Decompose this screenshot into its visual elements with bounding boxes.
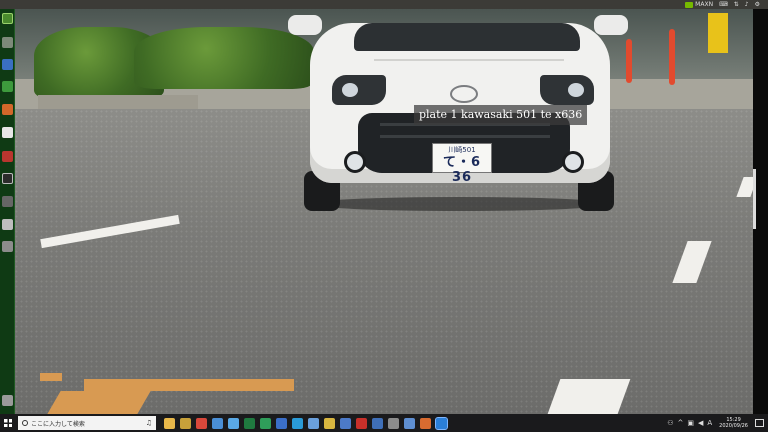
app-icon-11[interactable] [324, 417, 335, 429]
files-icon[interactable] [2, 37, 13, 48]
impress-icon[interactable] [2, 104, 13, 115]
chrome-icon[interactable] [196, 417, 207, 429]
search-placeholder: ここに入力して検索 [31, 420, 85, 428]
taskbar: ここに入力して検索 ♫ ⚇ ^ ▣ ◀ A 15:29 2020/09/26 [0, 414, 768, 432]
software-center-icon[interactable] [2, 127, 13, 138]
trash-icon[interactable] [2, 395, 13, 406]
car-body: 川崎501 て・6 36 [310, 23, 610, 185]
chevron-up-icon[interactable]: ^ [677, 419, 683, 427]
people-icon[interactable]: ⚇ [667, 419, 673, 427]
network-icon[interactable]: ▣ [687, 419, 694, 427]
notification-icon[interactable] [755, 419, 764, 427]
windshield [354, 23, 580, 51]
app-icon-16[interactable] [404, 417, 415, 429]
yellow-post [708, 13, 728, 53]
calc-icon[interactable] [2, 81, 13, 92]
acrobat-icon[interactable] [356, 417, 367, 429]
detection-label: plate 1 kawasaki 501 te x636 [414, 105, 588, 125]
volume-icon[interactable]: ◀ [698, 419, 703, 427]
plate-number: て・6 36 [442, 155, 482, 185]
grille-slat [380, 135, 550, 138]
disk-icon[interactable] [2, 219, 13, 230]
settings-icon[interactable] [2, 151, 13, 162]
app-icon-17[interactable] [420, 417, 431, 429]
lane-marking [547, 379, 631, 414]
sound-icon[interactable]: ♪ [745, 1, 749, 8]
side-mirror [594, 15, 628, 35]
clock[interactable]: 15:29 2020/09/26 [719, 417, 748, 429]
usb-icon[interactable] [2, 241, 13, 252]
hood-line [374, 59, 564, 61]
app-icon-5[interactable] [228, 417, 239, 429]
license-plate: 川崎501 て・6 36 [432, 143, 492, 185]
launcher [0, 9, 15, 414]
traffic-pole [626, 39, 632, 83]
app-icon-14[interactable] [372, 417, 383, 429]
nvidia-icon [685, 1, 694, 8]
media-player-icon[interactable] [435, 416, 448, 430]
car-shadow [310, 197, 610, 211]
side-mirror [288, 15, 322, 35]
orange-marking [84, 379, 294, 391]
app-icon-8[interactable] [276, 417, 287, 429]
search-box[interactable]: ここに入力して検索 ♫ [18, 416, 156, 430]
writer-icon[interactable] [2, 59, 13, 70]
app-icon-4[interactable] [212, 417, 223, 429]
excel-icon[interactable] [244, 417, 255, 429]
app-icon-7[interactable] [260, 417, 271, 429]
taskbar-apps [164, 416, 448, 430]
clock-date: 2020/09/26 [719, 423, 748, 429]
power-icon[interactable]: ⚙ [755, 1, 760, 8]
microphone-icon[interactable]: ♫ [146, 419, 152, 427]
terminal-icon[interactable] [2, 173, 13, 184]
app-icon-15[interactable] [388, 417, 399, 429]
file-explorer-icon[interactable] [164, 417, 175, 429]
orange-marking [40, 373, 62, 381]
plate-region: 川崎501 [448, 146, 476, 154]
hedge [134, 27, 314, 89]
headlight [540, 75, 594, 105]
top-panel: MAXN ⌨ ⇅ ♪ ⚙ [0, 0, 768, 9]
help-icon[interactable] [2, 196, 13, 207]
windows-icon [4, 419, 12, 427]
system-tray: ⚇ ^ ▣ ◀ A 15:29 2020/09/26 [667, 414, 768, 432]
video-frame: 川崎501 て・6 36 plate 1 kawasaki 501 te x63… [14, 9, 768, 414]
search-icon [22, 420, 28, 426]
power-mode-text: MAXN [695, 1, 714, 8]
start-button[interactable] [0, 414, 16, 432]
orange-marking [47, 391, 151, 414]
window-edge [753, 9, 768, 414]
app-icon-12[interactable] [340, 417, 351, 429]
foglight [344, 151, 366, 173]
headlight [332, 75, 386, 105]
ime-icon[interactable]: A [707, 419, 712, 427]
app-icon-10[interactable] [308, 417, 319, 429]
app-icon-2[interactable] [180, 417, 191, 429]
app-icon-9[interactable] [292, 417, 303, 429]
ubuntu-home-icon[interactable] [2, 13, 13, 24]
network-icon[interactable]: ⇅ [734, 1, 739, 8]
traffic-pole [669, 29, 675, 85]
foglight [562, 151, 584, 173]
keyboard-icon[interactable]: ⌨ [719, 1, 728, 8]
nvidia-indicator[interactable]: MAXN [685, 1, 713, 8]
toyota-emblem-icon [450, 85, 478, 103]
